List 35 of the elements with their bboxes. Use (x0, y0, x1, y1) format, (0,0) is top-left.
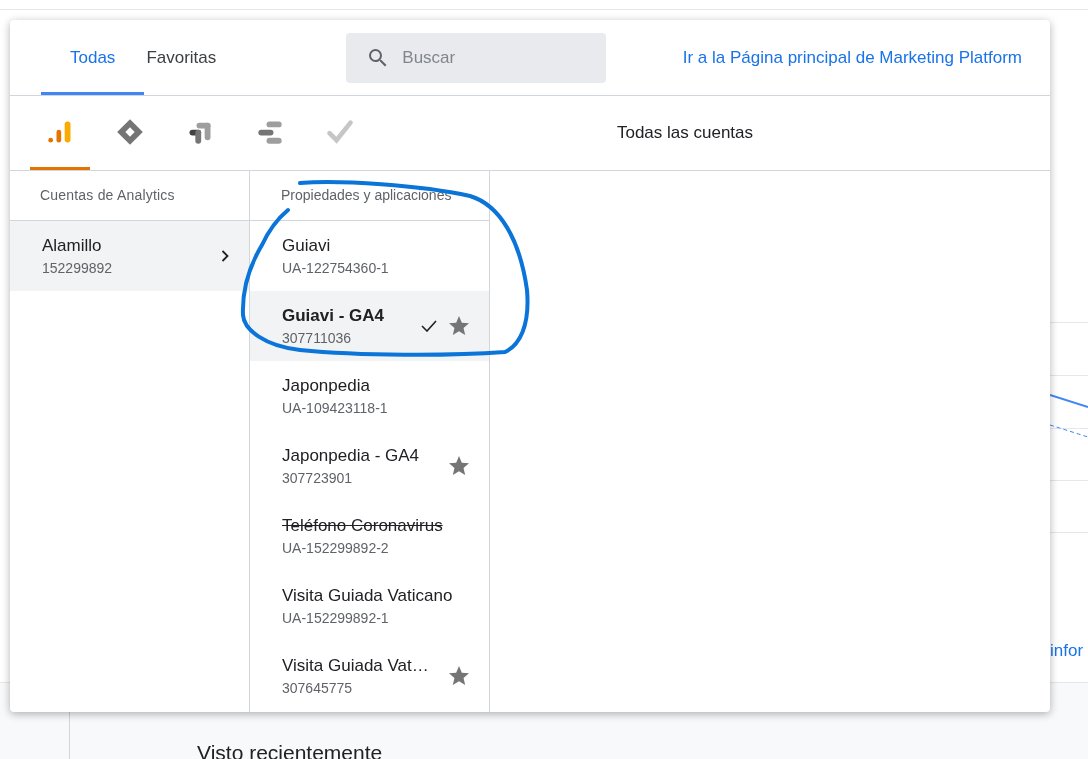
property-name: Teléfono Coronavirus (282, 514, 444, 537)
property-id: 307723901 (282, 469, 354, 489)
property-name: Guiavi - GA4 (282, 304, 386, 327)
marketing-platform-link[interactable]: Ir a la Página principal de Marketing Platform (682, 44, 1022, 71)
check-icon (421, 320, 437, 332)
property-item[interactable]: Guiavi - GA4 307711036 (250, 291, 489, 361)
column-heading: Propiedades y aplicaciones (281, 186, 452, 205)
property-id: UA-152299892-2 (282, 539, 390, 559)
property-name: Visita Guiada Vat… (282, 654, 430, 677)
property-name: Japonpedia - GA4 (282, 444, 421, 467)
property-id: UA-122754360-1 (282, 259, 390, 279)
report-link[interactable]: infor (1050, 638, 1084, 664)
diamond-icon (116, 117, 144, 146)
star-icon[interactable] (447, 454, 471, 478)
account-id: 152299892 (42, 259, 114, 279)
tab[interactable]: Todas (41, 20, 145, 95)
search-field[interactable]: Buscar (346, 32, 607, 83)
property-id: UA-109423118-1 (282, 399, 389, 419)
star-icon[interactable] (447, 314, 471, 338)
property-name: Guiavi (282, 234, 332, 257)
property-id: 307711036 (282, 329, 353, 349)
check-mark-icon (326, 117, 354, 146)
property-name: Japonpedia (282, 374, 371, 397)
account-name: Alamillo (42, 234, 103, 257)
chart-line-drawing (1050, 394, 1088, 438)
search-input[interactable]: Buscar (402, 32, 587, 83)
tab[interactable]: Favoritas (144, 20, 219, 95)
chevron-right-icon (221, 250, 229, 262)
scope-title: Todas las cuentas (616, 122, 754, 145)
column-heading: Cuentas de Analytics (40, 186, 175, 205)
star-icon[interactable] (447, 664, 471, 688)
account-item[interactable]: Alamillo 152299892 (10, 221, 249, 291)
property-id: 307645775 (282, 679, 354, 699)
property-id: UA-152299892-1 (282, 609, 390, 629)
property-name: Visita Guiada Vaticano (282, 584, 454, 607)
